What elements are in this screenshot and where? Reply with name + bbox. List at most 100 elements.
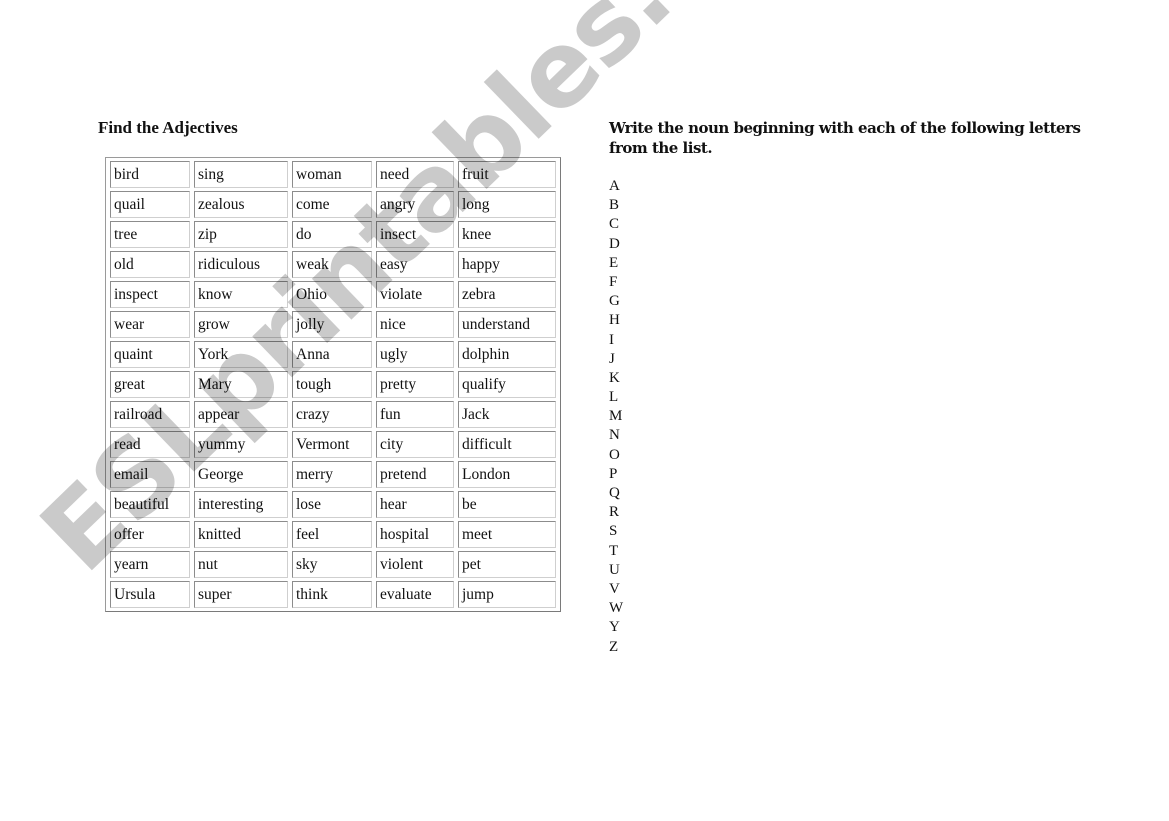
word-cell: long — [458, 191, 556, 218]
table-row: beautiful interesting lose hear be — [110, 491, 556, 518]
word-cell: quail — [110, 191, 190, 218]
word-cell: Vermont — [292, 431, 372, 458]
word-cell: angry — [376, 191, 454, 218]
table-row: inspect know Ohio violate zebra — [110, 281, 556, 308]
word-cell: hospital — [376, 521, 454, 548]
word-cell: understand — [458, 311, 556, 338]
letters-list: ABCDEFGHIJKLMNOPQRSTUVWYZ — [609, 177, 623, 657]
letter-item: U — [609, 561, 620, 578]
table-row: great Mary tough pretty qualify — [110, 371, 556, 398]
word-cell: bird — [110, 161, 190, 188]
table-row: quail zealous come angry long — [110, 191, 556, 218]
letter-item: M — [609, 408, 623, 425]
word-cell: city — [376, 431, 454, 458]
table-row: read yummy Vermont city difficult — [110, 431, 556, 458]
word-cell: inspect — [110, 281, 190, 308]
word-cell: lose — [292, 491, 372, 518]
letter-item: D — [609, 235, 620, 252]
word-cell: know — [194, 281, 288, 308]
word-cell: happy — [458, 251, 556, 278]
table-row: railroad appear crazy fun Jack — [110, 401, 556, 428]
word-cell: do — [292, 221, 372, 248]
word-cell: sky — [292, 551, 372, 578]
word-cell: knee — [458, 221, 556, 248]
table-row: offer knitted feel hospital meet — [110, 521, 556, 548]
word-cell: woman — [292, 161, 372, 188]
word-cell: merry — [292, 461, 372, 488]
word-cell: yearn — [110, 551, 190, 578]
letter-item: S — [609, 523, 618, 540]
table-row: tree zip do insect knee — [110, 221, 556, 248]
word-cell: crazy — [292, 401, 372, 428]
letter-item: N — [609, 427, 620, 444]
word-cell: Jack — [458, 401, 556, 428]
word-cell: tree — [110, 221, 190, 248]
table-row: old ridiculous weak easy happy — [110, 251, 556, 278]
word-cell: fun — [376, 401, 454, 428]
worksheet-title: Find the Adjectives — [98, 118, 238, 137]
table-row: yearn nut sky violent pet — [110, 551, 556, 578]
word-cell: interesting — [194, 491, 288, 518]
table-row: quaint York Anna ugly dolphin — [110, 341, 556, 368]
table-row: wear grow jolly nice understand — [110, 311, 556, 338]
word-cell: Mary — [194, 371, 288, 398]
word-cell: evaluate — [376, 581, 454, 608]
word-cell: Ursula — [110, 581, 190, 608]
word-cell: offer — [110, 521, 190, 548]
word-grid-body: bird sing woman need fruit quail zealous come an… — [110, 161, 556, 608]
word-cell: difficult — [458, 431, 556, 458]
word-cell: nut — [194, 551, 288, 578]
word-cell: pet — [458, 551, 556, 578]
word-cell: York — [194, 341, 288, 368]
instructions-text: Write the noun beginning with each of th… — [609, 119, 1081, 157]
word-cell: jolly — [292, 311, 372, 338]
word-cell: sing — [194, 161, 288, 188]
word-cell: appear — [194, 401, 288, 428]
letter-item: Y — [609, 619, 620, 636]
word-cell: fruit — [458, 161, 556, 188]
word-cell: George — [194, 461, 288, 488]
letter-item: J — [609, 350, 615, 367]
word-cell: zealous — [194, 191, 288, 218]
word-cell: tough — [292, 371, 372, 398]
letter-item: V — [609, 580, 620, 597]
letter-item: Q — [609, 485, 620, 501]
letter-item: W — [609, 600, 624, 617]
letter-item: G — [609, 293, 620, 310]
letter-item: O — [609, 446, 620, 463]
word-cell: weak — [292, 251, 372, 278]
word-cell: pretend — [376, 461, 454, 488]
letter-item: I — [609, 331, 614, 348]
word-cell: easy — [376, 251, 454, 278]
word-cell: be — [458, 491, 556, 518]
word-cell: ridiculous — [194, 251, 288, 278]
letter-item: C — [609, 216, 620, 233]
letter-item: A — [609, 178, 620, 194]
word-cell: zip — [194, 221, 288, 248]
letter-item: E — [609, 254, 619, 271]
word-cell: email — [110, 461, 190, 488]
letter-item: L — [609, 389, 619, 406]
table-row: bird sing woman need fruit — [110, 161, 556, 188]
word-cell: insect — [376, 221, 454, 248]
word-cell: qualify — [458, 371, 556, 398]
letter-item: K — [609, 369, 620, 386]
word-cell: beautiful — [110, 491, 190, 518]
word-cell: think — [292, 581, 372, 608]
letter-item: T — [609, 542, 619, 559]
word-cell: zebra — [458, 281, 556, 308]
word-cell: railroad — [110, 401, 190, 428]
word-cell: knitted — [194, 521, 288, 548]
word-cell: Anna — [292, 341, 372, 368]
word-cell: need — [376, 161, 454, 188]
word-cell: dolphin — [458, 341, 556, 368]
word-cell: old — [110, 251, 190, 278]
word-cell: meet — [458, 521, 556, 548]
word-cell: great — [110, 371, 190, 398]
word-cell: hear — [376, 491, 454, 518]
letter-item: B — [609, 197, 620, 214]
word-cell: London — [458, 461, 556, 488]
word-cell: grow — [194, 311, 288, 338]
word-cell: violate — [376, 281, 454, 308]
word-cell: jump — [458, 581, 556, 608]
